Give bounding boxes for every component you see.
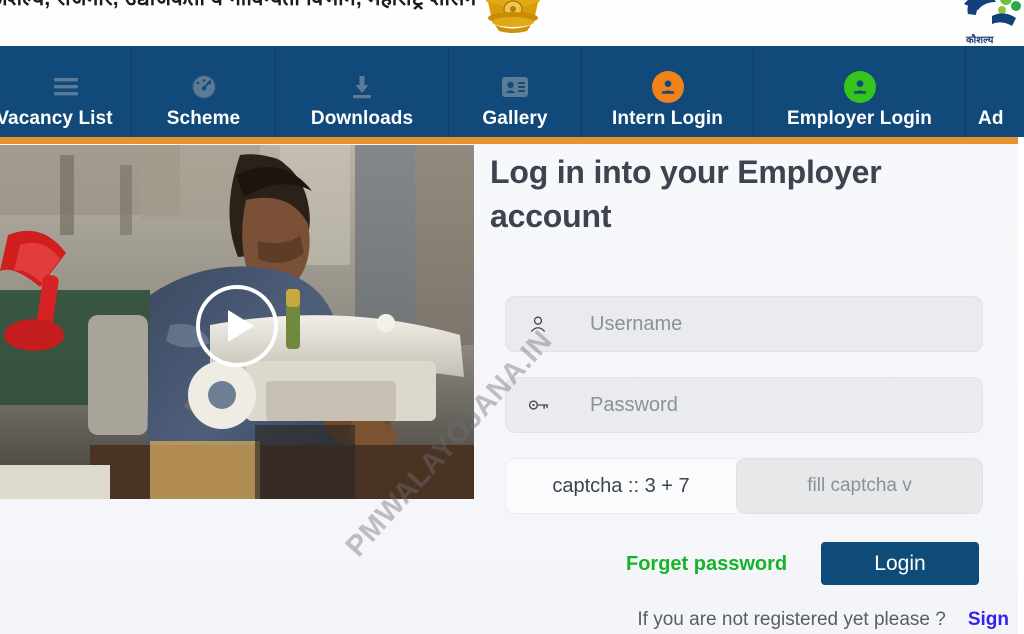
user-icon — [528, 314, 556, 334]
forget-password-link[interactable]: Forget password — [626, 553, 787, 576]
nav-label-gallery: Gallery — [482, 108, 548, 129]
skill-mission-logo-label: कौशल्य — [966, 35, 994, 46]
nav-item-employer-login[interactable]: Employer Login — [754, 46, 966, 137]
register-prompt-text: If you are not registered yet please ? — [637, 609, 946, 630]
nav-item-vacancy-list[interactable]: Vacancy List — [0, 46, 132, 137]
nav-label-vacancy-list: Vacancy List — [0, 108, 113, 129]
captcha-row: captcha :: 3 + 7 — [505, 458, 983, 514]
site-header: कौशल्य, रोजगार, उद्योजकता व नाविन्यता वि… — [0, 0, 1024, 46]
employer-login-form: Log in into your Employer account Userna… — [474, 144, 1018, 634]
employer-badge-circle — [843, 71, 876, 103]
username-field[interactable] — [505, 296, 983, 352]
nav-accent-underline — [0, 137, 1018, 144]
signup-link[interactable]: Sign — [968, 609, 1009, 631]
nav-item-scheme[interactable]: Scheme — [132, 46, 276, 137]
download-icon — [349, 67, 375, 107]
page-root: कौशल्य, रोजगार, उद्योजकता व नाविन्यता वि… — [0, 0, 1024, 634]
intern-badge-circle — [651, 71, 684, 103]
national-emblem-icon — [468, 0, 558, 46]
nav-label-scheme: Scheme — [166, 108, 241, 129]
nav-item-admin-login[interactable]: Ad — [966, 46, 1024, 137]
page-title: Log in into your Employer account — [490, 154, 882, 234]
password-field[interactable] — [505, 377, 983, 433]
main-content: Log in into your Employer account Userna… — [0, 144, 1024, 634]
right-edge-gutter — [1018, 144, 1024, 634]
login-button[interactable]: Login — [821, 542, 979, 585]
username-input[interactable] — [556, 312, 982, 336]
employer-user-badge-icon — [843, 67, 876, 107]
captcha-input[interactable] — [736, 458, 983, 514]
play-triangle — [228, 310, 254, 342]
speedometer-icon — [191, 67, 217, 107]
id-card-icon — [501, 67, 529, 107]
content-surface: Log in into your Employer account Userna… — [0, 144, 1018, 634]
skill-mission-logo-icon: कौशल्य — [962, 0, 1024, 46]
register-prompt-row: If you are not registered yet please ? S… — [474, 609, 1018, 631]
hamburger-menu-icon — [53, 67, 79, 107]
promo-video-thumbnail[interactable] — [0, 145, 474, 499]
nav-item-downloads[interactable]: Downloads — [276, 46, 449, 137]
password-input[interactable] — [556, 393, 982, 417]
main-navigation: Vacancy List Scheme Downloads Gallery In… — [0, 46, 1024, 137]
captcha-question: captcha :: 3 + 7 — [505, 458, 736, 514]
key-icon — [528, 397, 556, 413]
government-title: कौशल्य, रोजगार, उद्योजकता व नाविन्यता वि… — [0, 0, 476, 12]
nav-label-employer-login: Employer Login — [787, 108, 932, 129]
intern-user-badge-icon — [651, 67, 684, 107]
nav-label-downloads: Downloads — [310, 108, 414, 129]
nav-label-intern-login: Intern Login — [612, 108, 723, 129]
nav-label-admin-login: Ad — [978, 108, 1004, 129]
nav-item-gallery[interactable]: Gallery — [449, 46, 582, 137]
nav-item-intern-login[interactable]: Intern Login — [582, 46, 754, 137]
play-icon[interactable] — [196, 285, 278, 367]
